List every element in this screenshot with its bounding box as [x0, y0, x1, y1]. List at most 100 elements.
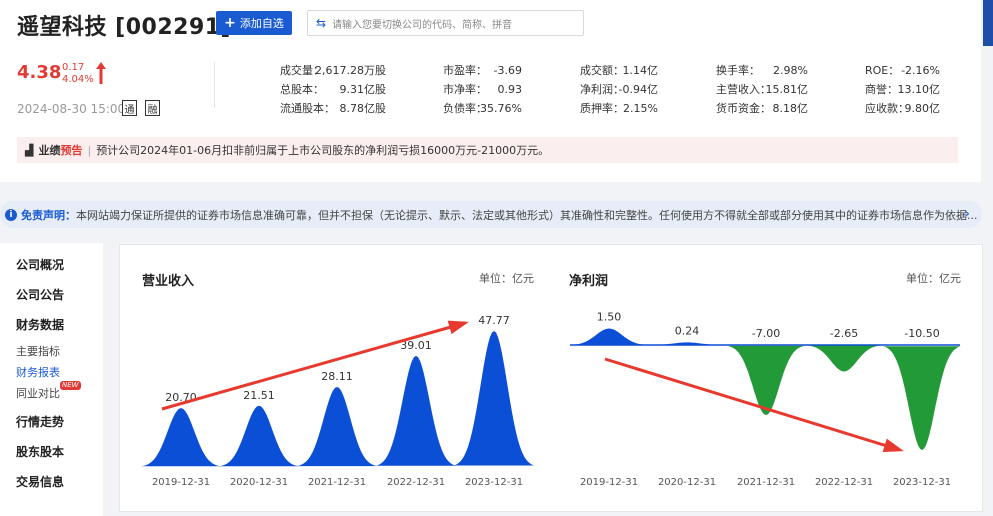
stat-label: 货币资金： [716, 102, 771, 115]
sidebar-item[interactable]: 股东股本 [16, 443, 64, 460]
stat-label: 总股本： [280, 83, 324, 96]
disclaimer-text: 本网站竭力保证所提供的证券市场信息准确可靠，但并不担保（无论提示、默示、法定或其… [76, 208, 978, 222]
stat-item: ROE： -2.16% [865, 63, 940, 79]
current-price: 4.38 [17, 62, 62, 83]
revenue-x-tick: 2019-12-31 [152, 477, 210, 488]
stat-label: 应收款： [865, 102, 909, 115]
stat-item: 市盈率： -3.69 [443, 63, 522, 79]
quote-datetime: 2024-08-30 15:00 [17, 102, 126, 116]
sidebar-item[interactable]: 主要指标 [16, 343, 60, 359]
stat-value: 9.80亿 [904, 102, 941, 115]
stock-title: 遥望科技 [002291] [17, 15, 232, 40]
stat-value: 35.76% [480, 102, 522, 115]
profit-x-tick: 2019-12-31 [580, 477, 638, 488]
stat-item: 换手率： 2.98% [716, 63, 808, 79]
notice-separator: | [87, 143, 92, 157]
search-placeholder: 请输入您要切换公司的代码、简称、拼音 [332, 19, 513, 31]
stat-item: 质押率： 2.15% [580, 101, 658, 117]
disclaimer-label: 免责声明： [21, 208, 76, 222]
sidebar-item[interactable]: 财务报表 [16, 364, 60, 380]
sidebar-item[interactable]: 公司公告 [16, 286, 64, 303]
sidebar-item[interactable]: 交易信息 [16, 473, 64, 490]
profit-x-tick: 2023-12-31 [893, 477, 951, 488]
info-icon: i [5, 208, 17, 221]
stat-value: -2.16% [901, 64, 940, 77]
stat-value: 2.15% [623, 102, 658, 115]
financing-badge[interactable]: 融 [145, 100, 160, 116]
margin-badge[interactable]: 通 [122, 100, 137, 116]
revenue-area-2020-12-31 [219, 405, 299, 467]
revenue-x-tick: 2022-12-31 [387, 477, 445, 488]
profit-area-2023-12-31 [883, 346, 961, 450]
profit-x-tick: 2021-12-31 [737, 477, 795, 488]
disclaimer-bar[interactable]: i 免责声明： 本网站竭力保证所提供的证券市场信息准确可靠，但并不担保（无论提示… [0, 201, 982, 228]
stat-label: 换手率： [716, 64, 760, 77]
notice-label-right: 预告 [60, 144, 83, 157]
stat-value: -0.94亿 [618, 83, 658, 96]
stock-header-card: 遥望科技 [002291] + 添加自选 ⇆ 请输入您要切换公司的代码、简称、拼… [0, 0, 981, 182]
revenue-area-2021-12-31 [297, 387, 377, 467]
stat-label: 流通股本： [280, 102, 335, 115]
stat-value: 2.98% [773, 64, 808, 77]
profit-x-tick: 2022-12-31 [815, 477, 873, 488]
add-watchlist-label: 添加自选 [239, 17, 284, 30]
sidebar-item[interactable]: 同业对比 [16, 385, 60, 401]
plus-icon: + [224, 15, 236, 31]
revenue-data-label: 21.51 [243, 389, 275, 402]
profit-data-label: -2.65 [830, 327, 858, 340]
price-change: 0.17 4.04% [62, 62, 94, 86]
add-watchlist-button[interactable]: + 添加自选 [216, 11, 292, 35]
revenue-x-tick: 2023-12-31 [465, 477, 523, 488]
stat-item: 负债率： 35.76% [443, 101, 522, 117]
stat-label: 质押率： [580, 102, 624, 115]
stat-item: 净利润： -0.94亿 [580, 82, 658, 98]
revenue-area-2019-12-31 [141, 408, 221, 467]
stock-search-input[interactable]: ⇆ 请输入您要切换公司的代码、简称、拼音 [307, 10, 584, 36]
revenue-area-2023-12-31 [454, 331, 534, 466]
profit-area-2019-12-31 [570, 328, 648, 345]
swap-icon: ⇆ [316, 16, 327, 30]
stat-item: 市净率： 0.93 [443, 82, 522, 98]
notice-label-left: 业绩 [38, 144, 61, 157]
revenue-area-2022-12-31 [376, 355, 456, 466]
profit-data-label: 0.24 [675, 324, 700, 337]
stat-label: 市净率： [443, 83, 487, 96]
stat-value: 8.78亿股 [339, 102, 387, 115]
notice-text: 预计公司2024年01-06月扣非前归属于上市公司股东的净利润亏损16000万元… [96, 144, 550, 157]
stat-item: 流通股本： 8.78亿股 [280, 101, 386, 117]
price-change-percent: 4.04% [62, 74, 94, 85]
price-change-amount: 0.17 [62, 62, 85, 73]
divider [214, 62, 215, 108]
financial-charts-panel: 营业收入 单位：亿元 净利润 单位：亿元 20.70 2019-12-31 21.5… [119, 244, 983, 512]
stat-label: ROE： [865, 64, 900, 77]
financial-charts: 20.702019-12-3121.512020-12-3128.112021-… [141, 311, 961, 488]
stat-value: 15.81亿 [765, 83, 809, 96]
revenue-x-tick: 2020-12-31 [230, 477, 288, 488]
stat-value: 1.14亿 [622, 64, 659, 77]
stat-item: 成交量： 2,617.28万股 [280, 63, 386, 79]
revenue-x-tick: 2021-12-31 [308, 477, 366, 488]
profit-area-2021-12-31 [727, 345, 805, 415]
revenue-data-label: 47.77 [478, 314, 510, 327]
revenue-data-label: 28.11 [321, 370, 353, 383]
earnings-forecast-notice[interactable]: ▟ 业绩 预告 | 预计公司2024年01-06月扣非前归属于上市公司股东的净利润… [17, 137, 958, 163]
stat-value: 0.93 [497, 83, 523, 96]
profit-data-label: -7.00 [752, 327, 780, 340]
profit-trend-arrow-head [882, 438, 904, 452]
chevron-right-icon[interactable]: › [964, 206, 970, 222]
profit-data-label: -10.50 [904, 327, 939, 340]
new-badge: NEW [60, 381, 81, 390]
sidebar-item[interactable]: 公司概况 [16, 256, 64, 273]
stat-item: 成交额： 1.14亿 [580, 63, 658, 79]
stat-label: 主营收入： [716, 83, 771, 96]
stat-value: 8.18亿 [772, 102, 809, 115]
stat-item: 总股本： 9.31亿股 [280, 82, 386, 98]
stat-item: 主营收入： 15.81亿 [716, 82, 808, 98]
sidebar-item[interactable]: 行情走势 [16, 413, 64, 430]
stat-value: -3.69 [493, 64, 522, 77]
stat-value: 9.31亿股 [339, 83, 387, 96]
sidebar-item[interactable]: 财务数据 [16, 316, 64, 333]
scroll-strip [983, 0, 993, 46]
profit-data-label: 1.50 [597, 311, 622, 324]
profit-x-tick: 2020-12-31 [658, 477, 716, 488]
